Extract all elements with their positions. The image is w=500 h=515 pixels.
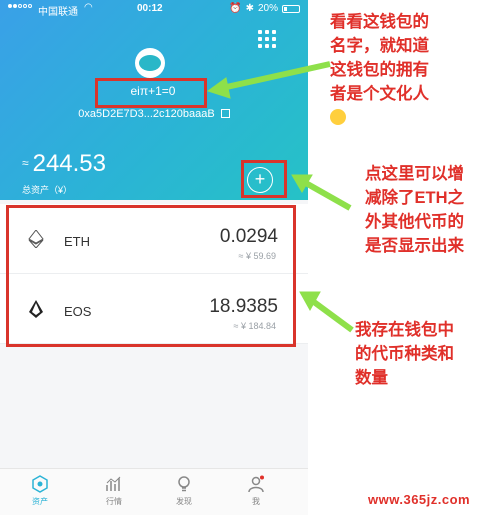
annotation-line: 名字，就知道 [330,37,429,55]
annotation-tokens: 我存在钱包中 的代币种类和 数量 [355,318,454,390]
annotation-line: 看看这钱包的 [330,13,429,31]
arrow-to-tokens [312,299,354,333]
annotation-add-button: 点这里可以增 减除了ETH之 外其他代币的 是否显示出来 [365,162,464,258]
watermark: www.365jz.com [368,492,471,507]
annotation-line: 是否显示出来 [365,237,464,255]
annotation-line: 点这里可以增 [365,165,464,183]
annotation-line: 我存在钱包中 [355,321,454,339]
annotation-line: 减除了ETH之 [365,189,464,207]
arrow-to-name [221,61,331,91]
annotation-wallet-name: 看看这钱包的 名字，就知道 这钱包的拥有 者是个文化人 [330,10,429,130]
smile-emoji-icon [330,109,346,125]
annotation-line: 者是个文化人 [330,85,429,103]
annotation-line: 外其他代币的 [365,213,464,231]
arrow-to-add [302,179,352,211]
annotation-line: 的代币种类和 [355,345,454,363]
annotation-line: 这钱包的拥有 [330,61,429,79]
annotation-line: 数量 [355,369,388,387]
screenshot: 中国联通 ◠ 00:12 ⏰ ✱ 20% eiπ+1=0 0xa5D2E7D3.… [0,0,500,515]
